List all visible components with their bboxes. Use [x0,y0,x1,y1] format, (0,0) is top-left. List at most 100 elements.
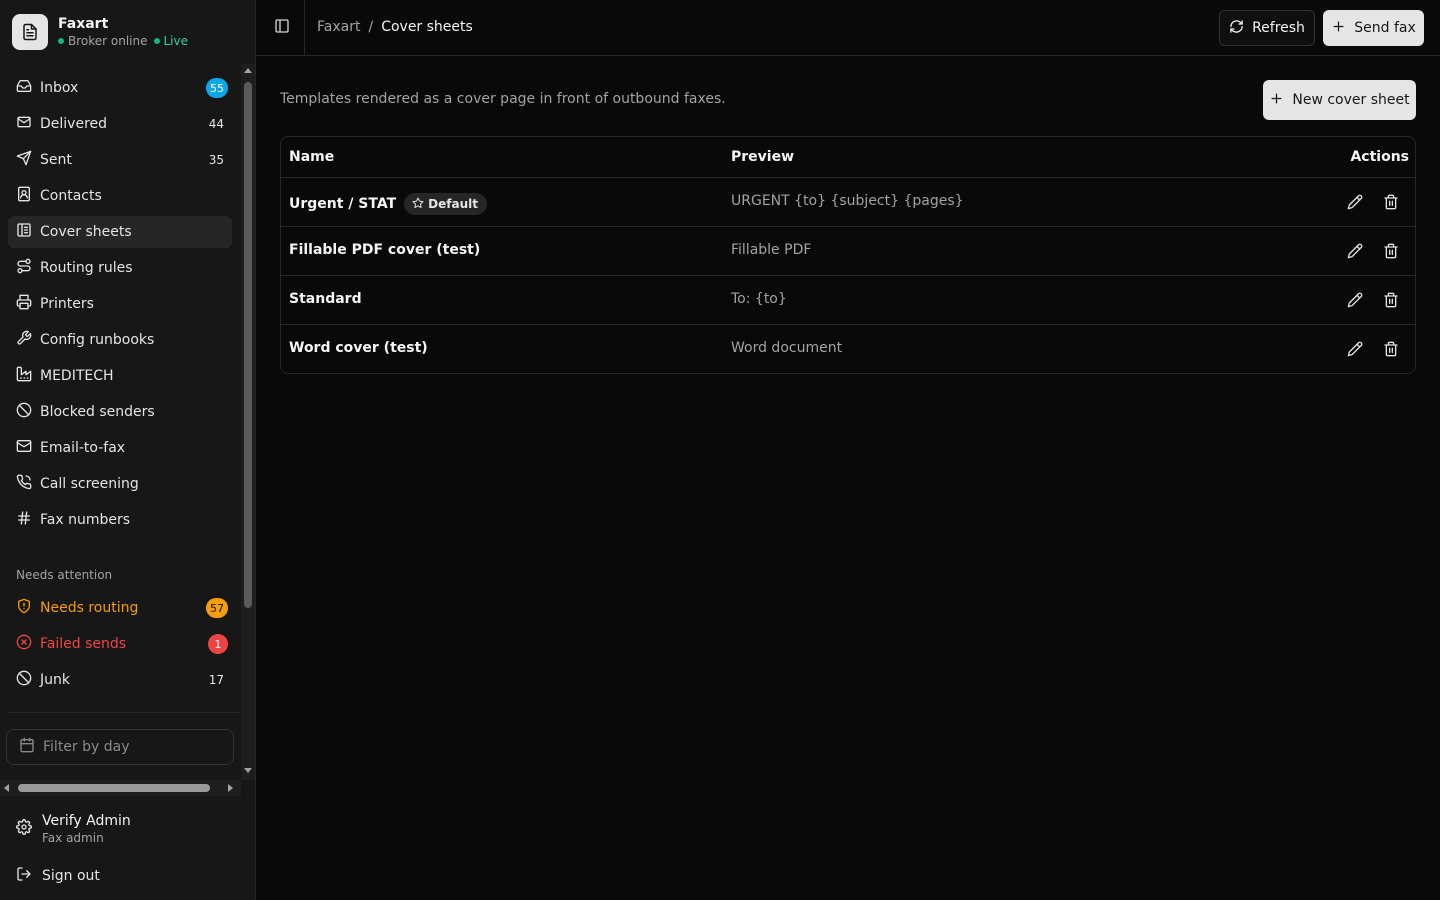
cover-sheet-icon [16,222,32,242]
sidebar-item-email-to-fax[interactable]: Email-to-fax [8,432,232,464]
default-badge-label: Default [428,197,478,211]
pencil-icon[interactable] [1346,340,1364,358]
sidebar-item-fax-numbers[interactable]: Fax numbers [8,504,232,536]
sidebar-item-label: Routing rules [40,260,133,276]
scrollbar-thumb[interactable] [18,784,210,792]
trash-icon[interactable] [1382,193,1400,211]
send-fax-button[interactable]: Send fax [1323,10,1424,46]
user-menu[interactable]: Verify Admin Fax admin [16,812,131,846]
sidebar: Faxart Broker online Live Inbox 55 Deliv… [0,0,256,900]
sidebar-item-meditech[interactable]: MEDITECH [8,360,232,392]
sidebar-item-config-runbooks[interactable]: Config runbooks [8,324,232,356]
trash-icon[interactable] [1382,291,1400,309]
brand[interactable]: Faxart Broker online Live [12,14,188,50]
filter-by-day-input[interactable] [43,739,223,755]
refresh-icon [1229,19,1244,38]
sidebar-item-inbox[interactable]: Inbox 55 [8,72,232,104]
table-row[interactable]: Word cover (test) Word document [281,325,1415,373]
log-out-icon [16,866,32,886]
online-dot-icon [58,38,64,44]
table-row[interactable]: Urgent / STAT Default URGENT {to} {subje… [281,178,1415,227]
scrollbar-thumb[interactable] [244,82,252,608]
sidebar-item-routing-rules[interactable]: Routing rules [8,252,232,284]
app-name: Faxart [58,16,109,32]
refresh-button[interactable]: Refresh [1219,10,1315,46]
sidebar-item-failed-sends[interactable]: Failed sends 1 [8,628,232,660]
table-row[interactable]: Fillable PDF cover (test) Fillable PDF [281,227,1415,276]
table-row[interactable]: Standard To: {to} [281,276,1415,325]
mail-icon [16,438,32,458]
sidebar-item-label: Email-to-fax [40,440,126,456]
sidebar-divider [8,712,240,713]
trash-icon[interactable] [1382,340,1400,358]
sidebar-item-cover-sheets[interactable]: Cover sheets [8,216,232,248]
send-fax-label: Send fax [1354,20,1416,36]
filter-by-day[interactable] [6,729,234,765]
cell-name: Word cover (test) [289,340,428,356]
gear-icon [16,819,32,839]
sidebar-item-sent[interactable]: Sent 35 [8,144,232,176]
factory-icon [16,366,32,386]
user-role: Fax admin [42,831,104,845]
column-header-name: Name [289,149,335,165]
sidebar-horizontal-scrollbar[interactable] [0,780,241,796]
pencil-icon[interactable] [1346,242,1364,260]
phone-icon [16,474,32,494]
sidebar-item-needs-routing[interactable]: Needs routing 57 [8,592,232,624]
live-indicator: Live [153,33,188,49]
user-name: Verify Admin [42,813,131,829]
cell-preview: Word document [731,340,843,356]
cell-preview: URGENT {to} {subject} {pages} [731,193,964,209]
page-description: Templates rendered as a cover page in fr… [280,91,726,107]
contacts-icon [16,186,32,206]
plus-icon [1331,19,1346,38]
inbox-count-badge: 55 [206,78,228,98]
template-name: Word cover (test) [289,340,428,356]
sidebar-vertical-scrollbar[interactable] [241,64,255,780]
sidebar-item-printers[interactable]: Printers [8,288,232,320]
new-cover-sheet-button[interactable]: New cover sheet [1263,80,1416,120]
sidebar-item-label: Printers [40,296,94,312]
calendar-icon [19,737,35,757]
sidebar-item-label: Delivered [40,116,108,132]
scroll-right-arrow-icon[interactable] [228,784,233,792]
trash-icon[interactable] [1382,242,1400,260]
breadcrumb-separator: / [368,19,374,35]
sidebar-item-call-screening[interactable]: Call screening [8,468,232,500]
cell-name: Fillable PDF cover (test) [289,242,480,258]
sent-count: 35 [208,153,224,167]
sign-out-button[interactable]: Sign out [16,866,100,886]
pencil-icon[interactable] [1346,291,1364,309]
new-cover-sheet-label: New cover sheet [1292,92,1410,108]
template-name: Urgent / STAT [289,196,397,212]
x-circle-icon [16,634,32,654]
needs-attention-heading: Needs attention [16,568,113,582]
sidebar-item-label: MEDITECH [40,368,114,384]
sidebar-item-junk[interactable]: Junk 17 [8,664,232,696]
top-header: Faxart / Cover sheets Refresh Send fax [256,0,1440,56]
sidebar-toggle-button[interactable] [270,16,294,40]
scroll-left-arrow-icon[interactable] [4,784,9,792]
panel-left-icon [274,18,290,38]
ban-icon [16,402,32,422]
send-icon [16,150,32,170]
scroll-down-arrow-icon[interactable] [244,768,252,773]
inbox-icon [16,78,32,98]
sidebar-item-label: Fax numbers [40,512,131,528]
column-header-preview: Preview [731,149,795,165]
breadcrumb-root-link[interactable]: Faxart [317,19,360,35]
sidebar-item-delivered[interactable]: Delivered 44 [8,108,232,140]
sidebar-nav: Inbox 55 Delivered 44 Sent 35 Contacts C… [0,64,256,780]
header-divider [304,0,305,56]
broker-status-text: Broker online [68,34,148,48]
broker-status: Broker online Live [58,33,188,49]
pencil-icon[interactable] [1346,193,1364,211]
sidebar-item-contacts[interactable]: Contacts [8,180,232,212]
plus-icon [1269,91,1284,110]
scroll-up-arrow-icon[interactable] [244,68,252,73]
default-badge: Default [404,193,487,215]
sidebar-item-blocked-senders[interactable]: Blocked senders [8,396,232,428]
delivered-count: 44 [208,117,224,131]
sidebar-item-label: Needs routing [40,600,139,616]
sidebar-item-label: Contacts [40,188,102,204]
